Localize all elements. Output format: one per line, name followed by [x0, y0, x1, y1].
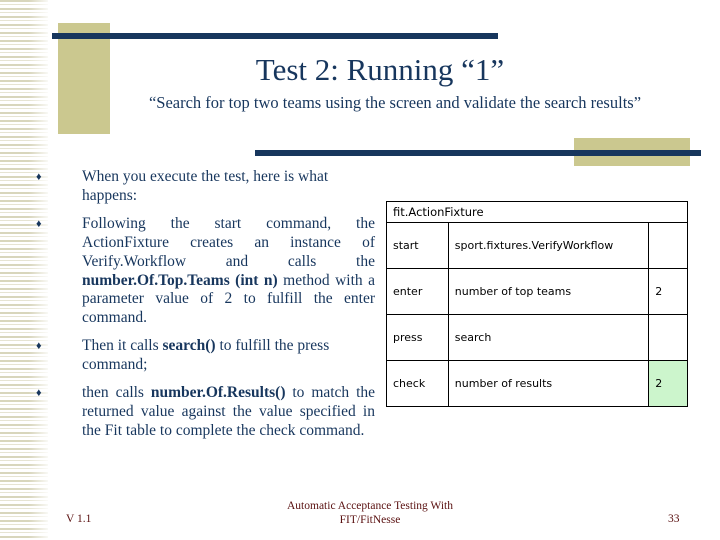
bullet-item: ♦ Then it calls search() to fulfill the p… [30, 337, 375, 375]
footer-title-line-2: FIT/FitNesse [339, 513, 401, 526]
fit-value-cell: 2 [648, 268, 688, 315]
fit-value-cell [648, 222, 688, 269]
diamond-bullet-icon: ♦ [36, 387, 42, 400]
bullet-code-emphasis: number.Of.Top.Teams (int n) [82, 271, 278, 289]
fit-command-cell: check [386, 360, 449, 407]
bullet-text-segment: When you execute the test, here is what … [82, 168, 329, 204]
navy-rule-bottom [255, 150, 701, 156]
bullet-text-segment: then calls [82, 384, 151, 402]
bullet-text: Then it calls search() to fulfill the pr… [82, 337, 375, 375]
bullet-text-segment: Following the start command, the ActionF… [82, 214, 375, 270]
bullet-item: ♦ Following the start command, the Action… [30, 215, 375, 328]
bullet-text: then calls number.Of.Results() to match … [82, 384, 375, 441]
fit-value-cell [648, 314, 688, 361]
fit-command-cell: start [386, 222, 449, 269]
diamond-bullet-icon: ♦ [36, 340, 42, 353]
page-title: Test 2: Running “1” [255, 52, 505, 87]
fit-argument-cell: number of top teams [447, 268, 650, 315]
bullet-text: When you execute the test, here is what … [82, 168, 375, 206]
fixture-name-cell: fit.ActionFixture [386, 201, 688, 223]
diamond-bullet-icon: ♦ [36, 217, 42, 230]
navy-rule-top [52, 33, 498, 39]
bullet-item: ♦ then calls number.Of.Results() to match… [30, 384, 375, 441]
slide-canvas: Test 2: Running “1” “Search for top two … [0, 0, 720, 540]
footer-page-number: 33 [668, 513, 680, 525]
fit-table-row: enter number of top teams 2 [386, 268, 688, 315]
diamond-bullet-icon: ♦ [36, 171, 42, 183]
fit-action-fixture-table: fit.ActionFixture start sport.fixtures.Ve… [386, 201, 688, 407]
fit-table-header-row: fit.ActionFixture [386, 201, 688, 223]
fit-table-row: start sport.fixtures.VerifyWorkflow [386, 222, 688, 269]
bullet-code-emphasis: search() [162, 337, 216, 355]
fit-argument-cell: search [447, 314, 650, 361]
footer-title: Automatic Acceptance Testing With FIT/Fi… [170, 500, 570, 527]
fit-command-cell: press [386, 314, 449, 361]
bullet-text: Following the start command, the ActionF… [82, 215, 375, 328]
fit-table-row: press search [386, 314, 688, 361]
bullet-item: ♦ When you execute the test, here is what… [30, 168, 375, 206]
bullet-list: ♦ When you execute the test, here is what… [30, 168, 375, 450]
page-subtitle: “Search for top two teams using the scre… [148, 93, 642, 112]
footer-version: V 1.1 [66, 513, 92, 525]
fit-argument-cell: number of results [447, 360, 650, 407]
footer-title-line-1: Automatic Acceptance Testing With [287, 500, 453, 512]
fit-argument-cell: sport.fixtures.VerifyWorkflow [447, 222, 650, 269]
fit-table-body: fit.ActionFixture start sport.fixtures.Ve… [386, 201, 688, 407]
bullet-text-segment: Then it calls [82, 337, 163, 355]
fit-value-cell-pass: 2 [648, 360, 688, 407]
fit-command-cell: enter [386, 268, 449, 315]
bullet-code-emphasis: number.Of.Results() [150, 384, 286, 402]
fit-table-row: check number of results 2 [386, 360, 688, 407]
